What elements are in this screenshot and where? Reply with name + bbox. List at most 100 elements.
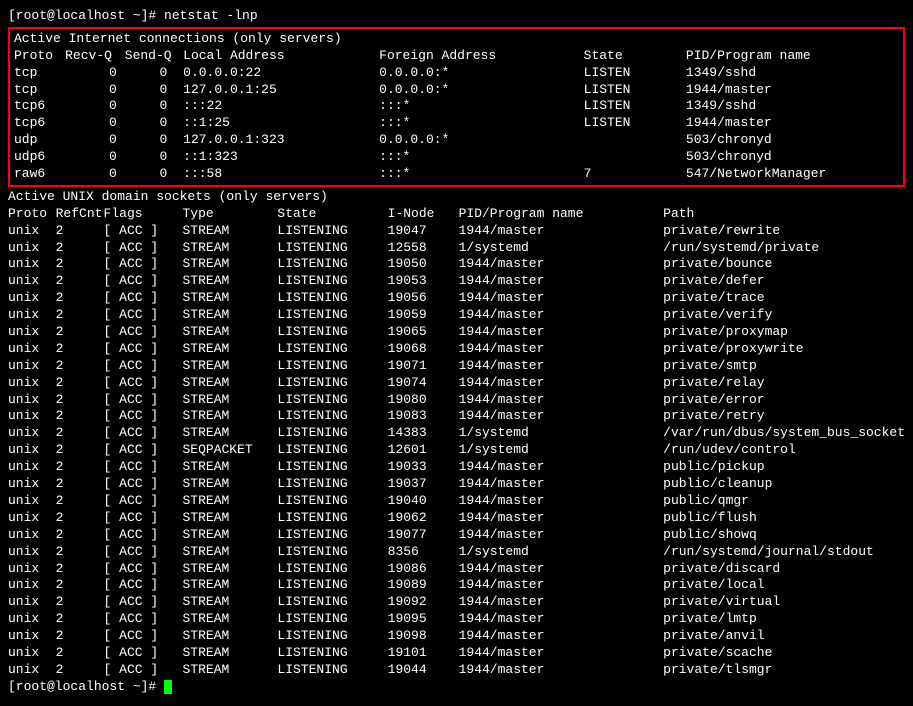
cell-state: LISTENING [277, 476, 387, 493]
cell-flags: [ ACC ] [104, 324, 183, 341]
cell-path: private/defer [663, 273, 905, 290]
cell-inode: 19101 [388, 645, 459, 662]
cell-inode: 19053 [388, 273, 459, 290]
cell-flags: [ ACC ] [104, 307, 183, 324]
cell-flags: [ ACC ] [104, 510, 183, 527]
cell-type: STREAM [182, 459, 277, 476]
cell-proto: unix [8, 256, 56, 273]
cell-pid: 1944/master [459, 392, 664, 409]
cell-pid: 1944/master [459, 358, 664, 375]
cell-refcnt: 2 [56, 223, 104, 240]
cell-inode: 19044 [388, 662, 459, 679]
cell-inode: 19059 [388, 307, 459, 324]
table-row: unix2[ ACC ]STREAMLISTENING190891944/mas… [8, 577, 905, 594]
command-prompt-end[interactable]: [root@localhost ~]# [8, 679, 905, 696]
cell-inode: 12601 [388, 442, 459, 459]
cell-recvq: 0 [65, 65, 125, 82]
cell-inode: 19047 [388, 223, 459, 240]
table-row: raw600 :::58:::*7547/NetworkManager [14, 166, 899, 183]
cell-pid: 1944/master [459, 476, 664, 493]
cell-pid: 1944/master [459, 223, 664, 240]
cell-pid: 1944/master [459, 493, 664, 510]
cell-refcnt: 2 [56, 459, 104, 476]
cell-foreign: 0.0.0.0:* [379, 132, 584, 149]
table-row: unix2[ ACC ]STREAMLISTENING143831/system… [8, 425, 905, 442]
cell-type: SEQPACKET [182, 442, 277, 459]
table-row: unix2[ ACC ]STREAMLISTENING190831944/mas… [8, 408, 905, 425]
header-foreign: Foreign Address [379, 48, 584, 65]
cell-inode: 8356 [388, 544, 459, 561]
cell-proto: unix [8, 324, 56, 341]
header-state: State [584, 48, 686, 65]
cell-state: LISTENING [277, 561, 387, 578]
cell-foreign: :::* [379, 149, 584, 166]
cell-type: STREAM [182, 425, 277, 442]
cell-refcnt: 2 [56, 324, 104, 341]
cell-local: ::1:323 [183, 149, 379, 166]
cell-path: public/flush [663, 510, 905, 527]
header-pid: PID/Program name [686, 48, 899, 65]
cell-state: LISTENING [277, 392, 387, 409]
cell-path: /var/run/dbus/system_bus_socket [663, 425, 905, 442]
cell-inode: 19062 [388, 510, 459, 527]
cell-state: LISTEN [584, 65, 686, 82]
table-row: udp00 127.0.0.1:3230.0.0.0:*503/chronyd [14, 132, 899, 149]
cell-foreign: 0.0.0.0:* [379, 82, 584, 99]
cell-pid: 1349/sshd [686, 98, 899, 115]
cell-path: public/qmgr [663, 493, 905, 510]
cell-inode: 19089 [388, 577, 459, 594]
cell-pid: 1944/master [459, 256, 664, 273]
cell-refcnt: 2 [56, 493, 104, 510]
cell-state [584, 132, 686, 149]
cell-state: LISTENING [277, 493, 387, 510]
cell-flags: [ ACC ] [104, 392, 183, 409]
cell-pid: 503/chronyd [686, 132, 899, 149]
cell-inode: 19080 [388, 392, 459, 409]
cell-flags: [ ACC ] [104, 223, 183, 240]
cell-inode: 19050 [388, 256, 459, 273]
cell-recvq: 0 [65, 149, 125, 166]
cell-flags: [ ACC ] [104, 290, 183, 307]
cell-refcnt: 2 [56, 256, 104, 273]
cell-flags: [ ACC ] [104, 358, 183, 375]
cell-sendq: 0 [125, 149, 183, 166]
cell-proto: tcp6 [14, 98, 65, 115]
table-row: unix2[ ACC ]SEQPACKETLISTENING126011/sys… [8, 442, 905, 459]
cell-type: STREAM [182, 544, 277, 561]
cell-pid: 1944/master [459, 561, 664, 578]
cell-foreign: :::* [379, 115, 584, 132]
table-row: unix2[ ACC ]STREAMLISTENING190741944/mas… [8, 375, 905, 392]
cell-refcnt: 2 [56, 544, 104, 561]
cell-refcnt: 2 [56, 662, 104, 679]
table-row: unix2[ ACC ]STREAMLISTENING83561/systemd… [8, 544, 905, 561]
cell-state: LISTENING [277, 273, 387, 290]
cell-proto: unix [8, 459, 56, 476]
cell-type: STREAM [182, 594, 277, 611]
table-row: unix2[ ACC ]STREAMLISTENING190951944/mas… [8, 611, 905, 628]
cell-flags: [ ACC ] [104, 240, 183, 257]
cell-refcnt: 2 [56, 628, 104, 645]
cell-flags: [ ACC ] [104, 628, 183, 645]
header-type: Type [182, 206, 277, 223]
cell-pid: 1944/master [459, 290, 664, 307]
cell-inode: 14383 [388, 425, 459, 442]
cell-proto: unix [8, 240, 56, 257]
cell-proto: unix [8, 375, 56, 392]
cell-pid: 1/systemd [459, 442, 664, 459]
cell-path: private/rewrite [663, 223, 905, 240]
cell-flags: [ ACC ] [104, 256, 183, 273]
cell-flags: [ ACC ] [104, 527, 183, 544]
cell-state: LISTEN [584, 98, 686, 115]
header-proto: Proto [14, 48, 65, 65]
cell-proto: unix [8, 527, 56, 544]
cell-path: private/tlsmgr [663, 662, 905, 679]
cell-state: LISTENING [277, 256, 387, 273]
cell-proto: unix [8, 611, 56, 628]
cell-local: 127.0.0.1:323 [183, 132, 379, 149]
cell-type: STREAM [182, 408, 277, 425]
table-row: unix2[ ACC ]STREAMLISTENING190471944/mas… [8, 223, 905, 240]
cell-proto: udp6 [14, 149, 65, 166]
cell-path: private/bounce [663, 256, 905, 273]
cell-recvq: 0 [65, 82, 125, 99]
cell-local: 127.0.0.1:25 [183, 82, 379, 99]
